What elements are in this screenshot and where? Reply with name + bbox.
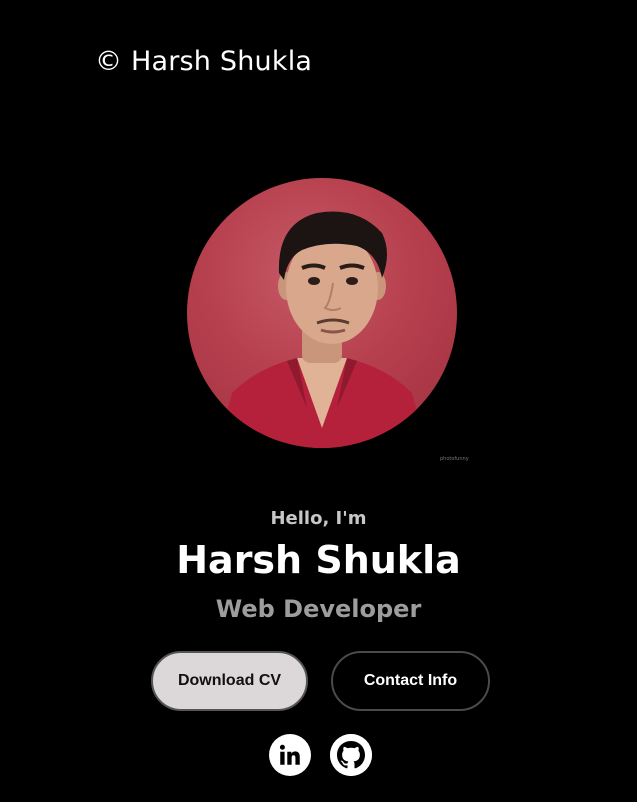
profile-photo-circle [187, 178, 457, 448]
contact-info-button[interactable]: Contact Info [331, 651, 490, 711]
github-icon [330, 734, 372, 776]
profile-role: Web Developer [215, 595, 422, 623]
photo-watermark: photofunny [440, 456, 469, 462]
linkedin-link[interactable] [269, 734, 311, 776]
download-cv-button[interactable]: Download CV [151, 651, 308, 711]
profile-photo [187, 178, 457, 448]
intro-text: Hello, I'm [270, 508, 367, 529]
profile-page: © Harsh Shukla photofunny Hello, I'm Har… [0, 0, 637, 802]
linkedin-icon [279, 744, 300, 765]
person-portrait-icon [217, 211, 427, 448]
site-logo[interactable]: © Harsh Shukla [95, 46, 312, 77]
github-link[interactable] [330, 734, 372, 776]
profile-name: Harsh Shukla [176, 538, 461, 582]
